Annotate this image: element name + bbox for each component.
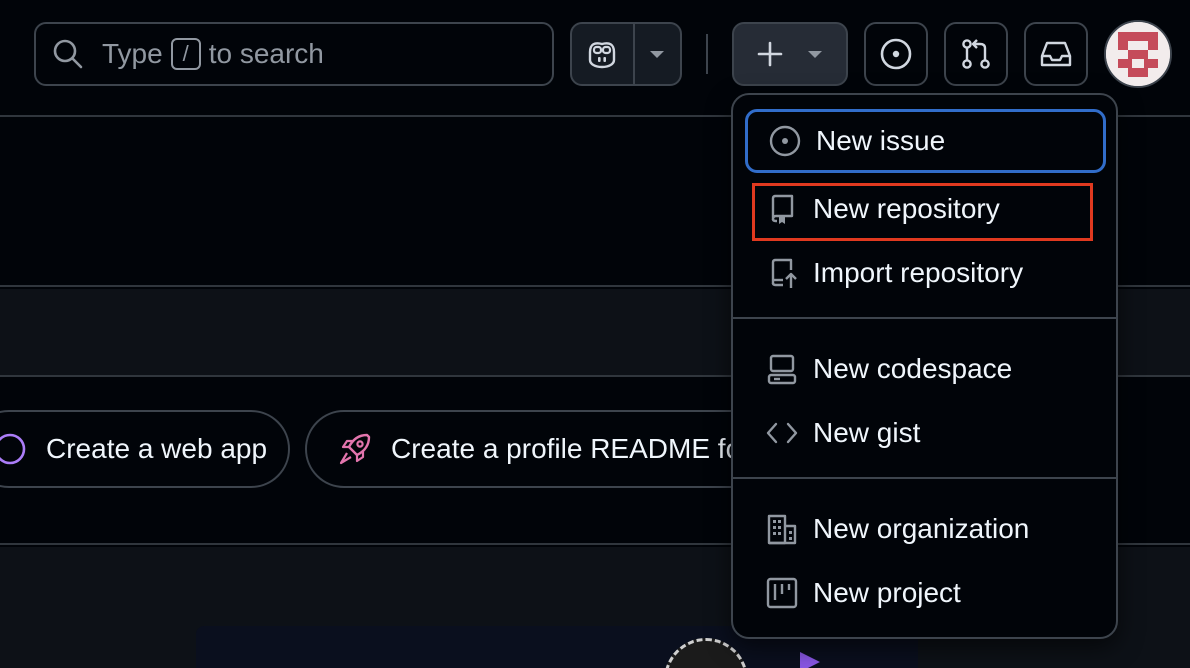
menu-item-label: New issue [816, 125, 946, 156]
triangle-down-icon [808, 51, 822, 58]
search-icon [53, 39, 83, 69]
hero-decoration [800, 652, 820, 668]
menu-divider [733, 317, 1116, 319]
create-profile-readme-chip[interactable]: Create a profile README fo [305, 410, 775, 488]
user-avatar[interactable] [1104, 20, 1172, 88]
copilot-button[interactable] [572, 24, 635, 84]
organization-icon [767, 514, 797, 545]
header-divider [706, 34, 708, 74]
issue-opened-icon [880, 38, 912, 70]
create-new-dropdown-menu: New issue New repository Import reposito… [731, 93, 1118, 639]
plus-icon [757, 41, 783, 67]
code-icon [766, 422, 798, 444]
menu-divider [733, 477, 1116, 479]
create-new-button[interactable] [732, 22, 848, 86]
inbox-icon [1040, 41, 1072, 67]
menu-item-label: New project [813, 577, 961, 608]
pull-requests-button[interactable] [944, 22, 1008, 86]
copilot-menu-toggle[interactable] [635, 24, 680, 84]
issues-button[interactable] [864, 22, 928, 86]
menu-item-new-organization[interactable]: New organization [745, 497, 1106, 561]
menu-item-new-gist[interactable]: New gist [745, 401, 1106, 465]
menu-item-label: New gist [813, 417, 921, 448]
search-input[interactable]: Type / to search [34, 22, 554, 86]
menu-item-label: New organization [813, 513, 1030, 544]
menu-item-new-project[interactable]: New project [745, 561, 1106, 625]
triangle-down-icon [650, 51, 665, 58]
repo-push-icon [771, 258, 797, 288]
inbox-button[interactable] [1024, 22, 1088, 86]
issue-opened-icon [769, 125, 801, 157]
identicon-avatar [1106, 22, 1170, 86]
rocket-icon [339, 433, 371, 465]
copilot-icon [589, 42, 616, 69]
project-icon [766, 577, 798, 609]
search-placeholder: Type / to search [102, 38, 324, 70]
copilot-button-group [570, 22, 682, 86]
search-shortcut-key: / [170, 38, 201, 70]
github-page: Type / to search Create a web app Create… [0, 0, 1190, 668]
search-placeholder-suffix: to search [208, 38, 324, 69]
menu-item-import-repository[interactable]: Import repository [745, 241, 1106, 305]
menu-item-new-issue[interactable]: New issue [745, 109, 1106, 173]
menu-item-label: New codespace [813, 353, 1013, 384]
sparkle-circle-icon [0, 433, 26, 465]
menu-item-label: Import repository [813, 257, 1024, 288]
menu-item-new-codespace[interactable]: New codespace [745, 337, 1106, 401]
codespaces-icon [767, 354, 797, 385]
annotation-highlight-box [752, 183, 1093, 241]
search-placeholder-prefix: Type [102, 38, 163, 69]
chip-label: Create a profile README fo [391, 433, 742, 464]
create-web-app-chip[interactable]: Create a web app [0, 410, 290, 488]
git-pull-request-icon [962, 39, 990, 69]
chip-label: Create a web app [46, 433, 268, 464]
